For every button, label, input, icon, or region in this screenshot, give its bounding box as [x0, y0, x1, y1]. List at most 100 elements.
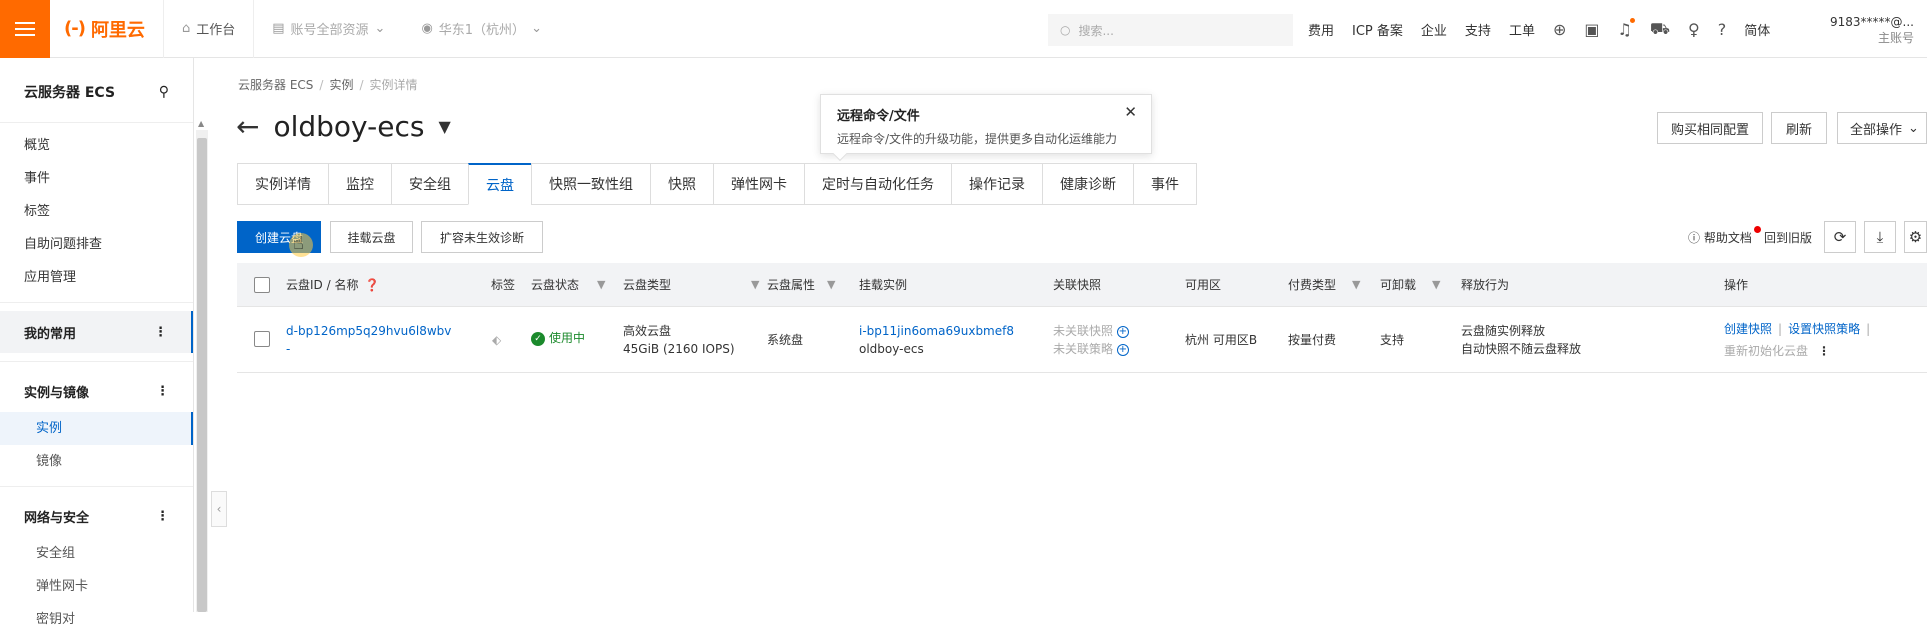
page-title: oldboy-ecs: [273, 110, 425, 143]
set-snapshot-policy-link[interactable]: 设置快照策略: [1788, 322, 1860, 336]
col-status: 云盘状态 ▼: [531, 263, 605, 307]
row-checkbox[interactable]: [254, 331, 270, 347]
nav-support[interactable]: 支持: [1465, 20, 1491, 39]
account-scope-dropdown[interactable]: ▤ 账号全部资源 ⌄: [254, 0, 403, 58]
resource-icon: ▤: [272, 21, 285, 36]
search-input[interactable]: ○ 搜索...: [1048, 14, 1293, 46]
back-arrow-icon[interactable]: ←: [236, 110, 259, 143]
create-snapshot-link[interactable]: 创建快照: [1724, 322, 1772, 336]
more-actions-icon[interactable]: ⋮: [1818, 344, 1830, 358]
divider: [0, 302, 193, 303]
nav-billing[interactable]: 费用: [1308, 20, 1334, 39]
sidebar-group-favorites[interactable]: 我的常用 ⋮: [0, 311, 193, 353]
cursor-hand-icon: ☝: [293, 233, 304, 254]
menu-icon[interactable]: [0, 0, 50, 58]
info-icon: ❓: [364, 278, 380, 292]
sidebar-item-events[interactable]: 事件: [0, 162, 193, 195]
attach-disk-button[interactable]: 挂载云盘: [330, 221, 413, 253]
sidebar-item-apps[interactable]: 应用管理: [0, 261, 193, 294]
tab-monitoring[interactable]: 监控: [328, 163, 391, 205]
sidebar-scroll-thumb[interactable]: [197, 138, 207, 612]
snapshot-policy-link: 未关联策略: [1053, 342, 1114, 356]
tab-operation-log[interactable]: 操作记录: [951, 163, 1042, 205]
tab-snapshots[interactable]: 快照: [650, 163, 713, 205]
lightbulb-icon[interactable]: ♀: [1688, 20, 1700, 39]
aliyun-logo[interactable]: (-) 阿里云: [50, 16, 163, 42]
account-menu[interactable]: 9183*****@... 主账号: [1830, 14, 1914, 46]
all-actions-dropdown[interactable]: 全部操作 ⌄: [1837, 112, 1927, 144]
instance-name: oldboy-ecs: [859, 342, 924, 356]
refresh-button[interactable]: 刷新: [1771, 112, 1827, 144]
tab-disks[interactable]: 云盘: [468, 163, 531, 205]
close-icon[interactable]: ✕: [1124, 103, 1137, 121]
select-all-checkbox[interactable]: [254, 277, 270, 293]
release-behavior-snapshot: 自动快照不随云盘释放: [1461, 342, 1582, 356]
home-icon: ⌂: [181, 21, 191, 36]
sidebar-item-instances[interactable]: 实例: [0, 412, 193, 445]
tab-automation[interactable]: 定时与自动化任务: [804, 163, 951, 205]
back-to-old-version-link[interactable]: 回到旧版: [1764, 229, 1812, 246]
snapshot-link: 未关联快照: [1053, 324, 1114, 338]
cart-icon[interactable]: ⛟: [1650, 19, 1670, 40]
buy-same-config-button[interactable]: 购买相同配置: [1657, 112, 1763, 144]
settings-icon[interactable]: ⚙: [1904, 221, 1927, 253]
region-dropdown[interactable]: ◉ 华东1（杭州） ⌄: [403, 0, 560, 58]
more-icon[interactable]: ⋮: [156, 384, 169, 399]
instance-id-link[interactable]: i-bp11jin6oma69uxbmef8: [859, 322, 1014, 340]
tab-events[interactable]: 事件: [1133, 163, 1197, 205]
caret-down-icon[interactable]: ▼: [438, 117, 450, 136]
help-doc-link[interactable]: ⓘ 帮助文档: [1688, 229, 1752, 246]
add-policy-icon[interactable]: +: [1116, 343, 1129, 356]
sidebar-item-keypairs[interactable]: 密钥对: [0, 603, 193, 636]
nav-icp[interactable]: ICP 备案: [1352, 20, 1403, 39]
filter-icon[interactable]: ▼: [827, 263, 835, 307]
search-icon[interactable]: ⚲: [159, 84, 169, 100]
more-icon[interactable]: ⋮: [154, 325, 167, 340]
tab-enis[interactable]: 弹性网卡: [713, 163, 804, 205]
filter-icon[interactable]: ▼: [597, 263, 605, 307]
col-type: 云盘类型 ▼: [623, 263, 759, 307]
expansion-diagnose-button[interactable]: 扩容未生效诊断: [421, 221, 543, 253]
sidebar-item-troubleshoot[interactable]: 自助问题排查: [0, 228, 193, 261]
terminal-icon[interactable]: ▣: [1584, 20, 1599, 39]
breadcrumb-instances[interactable]: 实例: [329, 78, 353, 92]
filter-icon[interactable]: ▼: [1432, 263, 1440, 307]
sidebar-collapse-handle[interactable]: ‹: [211, 491, 227, 527]
bell-icon[interactable]: ♫: [1617, 17, 1635, 39]
filter-icon[interactable]: ▼: [751, 263, 759, 307]
sidebar-item-images[interactable]: 镜像: [0, 445, 193, 478]
tab-instance-details[interactable]: 实例详情: [237, 163, 328, 205]
nav-enterprise[interactable]: 企业: [1421, 20, 1447, 39]
filter-icon[interactable]: ▼: [1352, 263, 1360, 307]
tab-security-groups[interactable]: 安全组: [391, 163, 468, 205]
workbench-link[interactable]: ⌂ 工作台: [164, 0, 253, 58]
download-icon[interactable]: ⤓: [1864, 221, 1896, 253]
cloud-shell-icon[interactable]: ⊕: [1553, 20, 1566, 39]
scroll-up-arrow[interactable]: ▲: [198, 119, 204, 128]
tab-snapshot-groups[interactable]: 快照一致性组: [531, 163, 650, 205]
breadcrumb-ecs[interactable]: 云服务器 ECS: [238, 78, 313, 92]
popover-title: 远程命令/文件: [837, 109, 920, 124]
tab-health-diagnosis[interactable]: 健康诊断: [1042, 163, 1133, 205]
sidebar-item-overview[interactable]: 概览: [0, 129, 193, 162]
sidebar-item-enis[interactable]: 弹性网卡: [0, 570, 193, 603]
disk-id-link[interactable]: d-bp126mp5q29hvu6l8wbv: [286, 322, 451, 340]
add-snapshot-icon[interactable]: +: [1116, 325, 1129, 338]
popover-desc: 远程命令/文件的升级功能，提供更多自动化运维能力: [837, 132, 1118, 146]
sidebar-item-security-groups[interactable]: 安全组: [0, 537, 193, 570]
sidebar-item-tags[interactable]: 标签: [0, 195, 193, 228]
language-switch[interactable]: 简体: [1744, 20, 1770, 39]
sidebar-group-network-security[interactable]: 网络与安全 ⋮: [0, 495, 193, 537]
billing-type: 按量付费: [1288, 333, 1337, 347]
popover-arrow: [832, 146, 848, 162]
more-icon[interactable]: ⋮: [156, 509, 169, 524]
refresh-icon[interactable]: ⟳: [1824, 221, 1856, 253]
tag-icon[interactable]: ⬖: [492, 331, 501, 349]
help-icon[interactable]: ?: [1718, 20, 1727, 39]
nav-ticket[interactable]: 工单: [1509, 20, 1535, 39]
col-billing: 付费类型 ▼: [1288, 263, 1360, 307]
col-zone: 可用区: [1185, 278, 1222, 292]
sidebar-group-instances-images[interactable]: 实例与镜像 ⋮: [0, 370, 193, 412]
logo-text: 阿里云: [90, 19, 145, 41]
table-row: d-bp126mp5q29hvu6l8wbv - ⬖ ✓ 使用中 高效云盘 45G…: [237, 307, 1927, 373]
